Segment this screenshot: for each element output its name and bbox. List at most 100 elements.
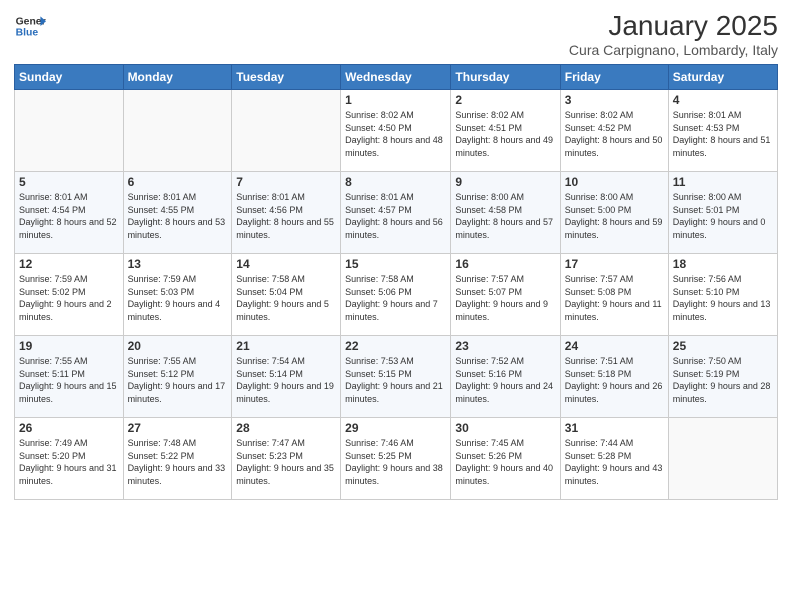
day-number: 11 [673,175,773,189]
table-row [668,418,777,500]
weekday-monday: Monday [123,65,232,90]
svg-text:Blue: Blue [16,28,39,39]
table-row: 28 Sunrise: 7:47 AMSunset: 5:23 PMDayligh… [232,418,341,500]
day-info: Sunrise: 7:44 AMSunset: 5:28 PMDaylight:… [565,437,664,487]
table-row: 3 Sunrise: 8:02 AMSunset: 4:52 PMDaylight… [560,90,668,172]
logo-icon: General Blue [14,10,46,42]
table-row: 6 Sunrise: 8:01 AMSunset: 4:55 PMDaylight… [123,172,232,254]
day-number: 28 [236,421,336,435]
day-info: Sunrise: 8:02 AMSunset: 4:52 PMDaylight:… [565,109,664,159]
table-row: 15 Sunrise: 7:58 AMSunset: 5:06 PMDayligh… [341,254,451,336]
day-number: 14 [236,257,336,271]
day-info: Sunrise: 7:55 AMSunset: 5:11 PMDaylight:… [19,355,119,405]
day-number: 31 [565,421,664,435]
day-info: Sunrise: 8:00 AMSunset: 5:01 PMDaylight:… [673,191,773,241]
header: General Blue January 2025 Cura Carpignan… [14,10,778,58]
day-number: 3 [565,93,664,107]
day-info: Sunrise: 8:01 AMSunset: 4:55 PMDaylight:… [128,191,228,241]
table-row: 25 Sunrise: 7:50 AMSunset: 5:19 PMDayligh… [668,336,777,418]
table-row: 9Sunrise: 8:00 AMSunset: 4:58 PMDaylight… [451,172,560,254]
day-info: Sunrise: 8:01 AMSunset: 4:53 PMDaylight:… [673,109,773,159]
day-info: Sunrise: 7:48 AMSunset: 5:22 PMDaylight:… [128,437,228,487]
day-info: Sunrise: 8:01 AMSunset: 4:57 PMDaylight:… [345,191,446,241]
weekday-saturday: Saturday [668,65,777,90]
day-info: Sunrise: 8:01 AMSunset: 4:54 PMDaylight:… [19,191,119,241]
day-info: Sunrise: 7:58 AMSunset: 5:06 PMDaylight:… [345,273,446,323]
day-number: 5 [19,175,119,189]
table-row [15,90,124,172]
table-row: 5 Sunrise: 8:01 AMSunset: 4:54 PMDaylight… [15,172,124,254]
table-row: 20Sunrise: 7:55 AMSunset: 5:12 PMDayligh… [123,336,232,418]
day-number: 18 [673,257,773,271]
table-row: 27Sunrise: 7:48 AMSunset: 5:22 PMDayligh… [123,418,232,500]
day-info: Sunrise: 8:02 AMSunset: 4:51 PMDaylight:… [455,109,555,159]
day-info: Sunrise: 7:46 AMSunset: 5:25 PMDaylight:… [345,437,446,487]
day-info: Sunrise: 7:59 AMSunset: 5:03 PMDaylight:… [128,273,228,323]
day-number: 23 [455,339,555,353]
day-info: Sunrise: 8:00 AMSunset: 4:58 PMDaylight:… [455,191,555,241]
table-row: 22 Sunrise: 7:53 AMSunset: 5:15 PMDayligh… [341,336,451,418]
day-number: 22 [345,339,446,353]
day-number: 21 [236,339,336,353]
day-number: 25 [673,339,773,353]
day-info: Sunrise: 7:49 AMSunset: 5:20 PMDaylight:… [19,437,119,487]
weekday-thursday: Thursday [451,65,560,90]
day-info: Sunrise: 7:57 AMSunset: 5:07 PMDaylight:… [455,273,555,323]
day-number: 30 [455,421,555,435]
day-number: 26 [19,421,119,435]
calendar-week-1: 1 Sunrise: 8:02 AMSunset: 4:50 PMDaylight… [15,90,778,172]
table-row: 17Sunrise: 7:57 AMSunset: 5:08 PMDayligh… [560,254,668,336]
day-number: 15 [345,257,446,271]
table-row: 2 Sunrise: 8:02 AMSunset: 4:51 PMDaylight… [451,90,560,172]
table-row [232,90,341,172]
table-row: 12 Sunrise: 7:59 AMSunset: 5:02 PMDayligh… [15,254,124,336]
day-info: Sunrise: 7:56 AMSunset: 5:10 PMDaylight:… [673,273,773,323]
weekday-wednesday: Wednesday [341,65,451,90]
table-row: 19 Sunrise: 7:55 AMSunset: 5:11 PMDayligh… [15,336,124,418]
logo: General Blue [14,10,46,42]
table-row: 7 Sunrise: 8:01 AMSunset: 4:56 PMDaylight… [232,172,341,254]
day-info: Sunrise: 8:00 AMSunset: 5:00 PMDaylight:… [565,191,664,241]
day-info: Sunrise: 7:45 AMSunset: 5:26 PMDaylight:… [455,437,555,487]
day-info: Sunrise: 7:58 AMSunset: 5:04 PMDaylight:… [236,273,336,323]
day-info: Sunrise: 7:52 AMSunset: 5:16 PMDaylight:… [455,355,555,405]
day-number: 1 [345,93,446,107]
day-info: Sunrise: 7:55 AMSunset: 5:12 PMDaylight:… [128,355,228,405]
table-row: 30 Sunrise: 7:45 AMSunset: 5:26 PMDayligh… [451,418,560,500]
weekday-tuesday: Tuesday [232,65,341,90]
day-number: 6 [128,175,228,189]
table-row: 13 Sunrise: 7:59 AMSunset: 5:03 PMDayligh… [123,254,232,336]
page: General Blue January 2025 Cura Carpignan… [0,0,792,612]
day-number: 10 [565,175,664,189]
table-row [123,90,232,172]
day-info: Sunrise: 7:59 AMSunset: 5:02 PMDaylight:… [19,273,119,323]
day-info: Sunrise: 8:01 AMSunset: 4:56 PMDaylight:… [236,191,336,241]
day-info: Sunrise: 7:50 AMSunset: 5:19 PMDaylight:… [673,355,773,405]
table-row: 10 Sunrise: 8:00 AMSunset: 5:00 PMDayligh… [560,172,668,254]
day-number: 2 [455,93,555,107]
location-subtitle: Cura Carpignano, Lombardy, Italy [569,42,778,58]
calendar-week-4: 19 Sunrise: 7:55 AMSunset: 5:11 PMDayligh… [15,336,778,418]
day-number: 7 [236,175,336,189]
weekday-sunday: Sunday [15,65,124,90]
table-row: 16Sunrise: 7:57 AMSunset: 5:07 PMDayligh… [451,254,560,336]
table-row: 29 Sunrise: 7:46 AMSunset: 5:25 PMDayligh… [341,418,451,500]
table-row: 31 Sunrise: 7:44 AMSunset: 5:28 PMDayligh… [560,418,668,500]
calendar-table: Sunday Monday Tuesday Wednesday Thursday… [14,64,778,500]
day-info: Sunrise: 7:47 AMSunset: 5:23 PMDaylight:… [236,437,336,487]
day-number: 8 [345,175,446,189]
day-number: 19 [19,339,119,353]
calendar-week-3: 12 Sunrise: 7:59 AMSunset: 5:02 PMDayligh… [15,254,778,336]
day-number: 13 [128,257,228,271]
table-row: 11 Sunrise: 8:00 AMSunset: 5:01 PMDayligh… [668,172,777,254]
day-info: Sunrise: 7:53 AMSunset: 5:15 PMDaylight:… [345,355,446,405]
day-number: 4 [673,93,773,107]
calendar-week-5: 26 Sunrise: 7:49 AMSunset: 5:20 PMDayligh… [15,418,778,500]
day-info: Sunrise: 8:02 AMSunset: 4:50 PMDaylight:… [345,109,446,159]
day-info: Sunrise: 7:57 AMSunset: 5:08 PMDaylight:… [565,273,664,323]
day-info: Sunrise: 7:51 AMSunset: 5:18 PMDaylight:… [565,355,664,405]
calendar-week-2: 5 Sunrise: 8:01 AMSunset: 4:54 PMDaylight… [15,172,778,254]
day-number: 12 [19,257,119,271]
month-year-title: January 2025 [569,10,778,42]
day-number: 29 [345,421,446,435]
